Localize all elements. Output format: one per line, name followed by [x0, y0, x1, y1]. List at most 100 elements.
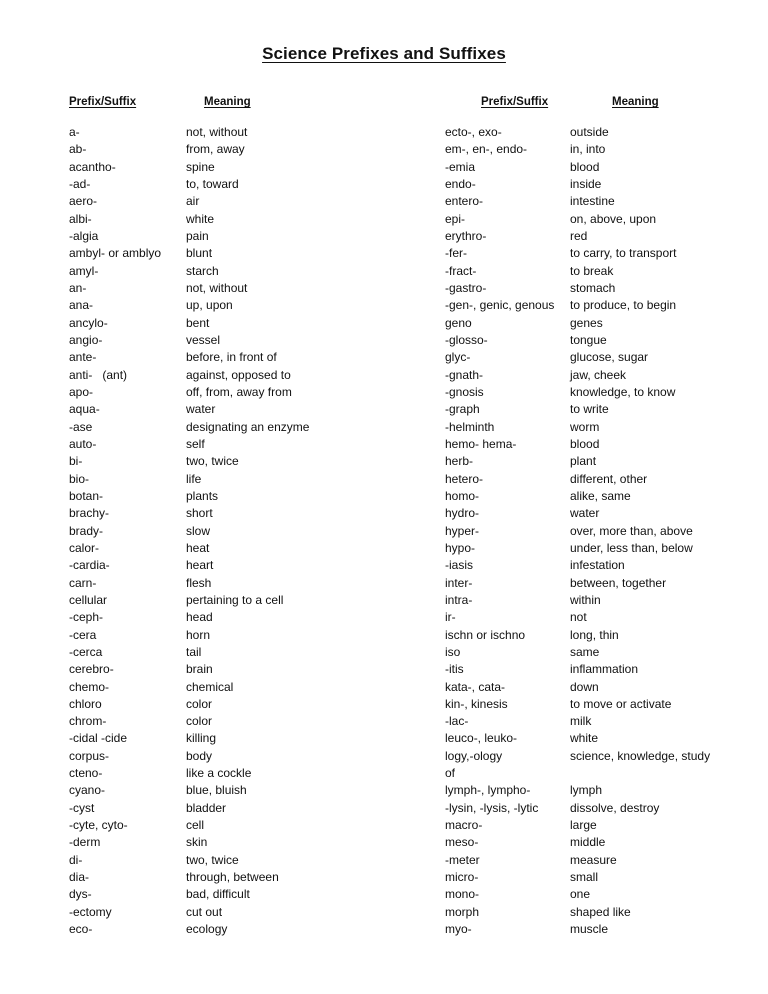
prefix-suffix-term: -lysin, -lysis, -lytic — [445, 800, 539, 815]
prefix-suffix-term: anti- (ant) — [69, 367, 128, 382]
prefix-suffix-term: hyper- — [445, 523, 480, 538]
table-row: ischn or ischno long, thin — [445, 627, 765, 644]
table-row: ecto-, exo-outside — [445, 124, 765, 141]
meaning-text: tongue — [570, 332, 607, 347]
meaning-text: before, in front of — [186, 350, 277, 365]
table-row: cteno-like a cockle — [69, 765, 439, 782]
table-row: intra-within — [445, 592, 765, 609]
table-row: iso same — [445, 644, 765, 661]
meaning-text: different, other — [570, 471, 648, 486]
table-row: -glosso-tongue — [445, 332, 765, 349]
prefix-suffix-term: -gen-, genic, genous — [445, 298, 555, 313]
prefix-suffix-term: -gastro- — [445, 280, 487, 295]
prefix-suffix-term: -ectomy — [69, 904, 112, 919]
table-row: -ase designating an enzyme — [69, 419, 439, 436]
meaning-text: genes — [570, 315, 603, 330]
table-row: -cyte, cyto-cell — [69, 817, 439, 834]
prefix-suffix-term: -fer- — [445, 246, 467, 261]
meaning-text: plants — [186, 488, 219, 503]
meaning-text: slow — [186, 523, 211, 538]
prefix-suffix-term: hypo- — [445, 540, 476, 555]
meaning-text: not — [570, 610, 587, 625]
meaning-text: two, twice — [186, 852, 239, 867]
table-row: brady-slow — [69, 523, 439, 540]
table-row: ante-before, in front of — [69, 349, 439, 366]
prefix-suffix-term: -cera — [69, 627, 97, 642]
prefix-suffix-term: a- — [69, 125, 80, 139]
meaning-text: milk — [570, 714, 592, 729]
table-row: erythro-red — [445, 228, 765, 245]
prefix-suffix-term: -ase — [69, 419, 93, 434]
meaning-text: designating an enzyme — [186, 419, 310, 434]
table-row: anti- (ant) against, opposed to — [69, 367, 439, 384]
table-row: kin-, kinesis to move or activate — [445, 696, 765, 713]
meaning-text: skin — [186, 835, 208, 850]
document-page: Science Prefixes and Suffixes Prefix/Suf… — [0, 0, 768, 994]
table-row: hypo-under, less than, below — [445, 540, 765, 557]
prefix-suffix-term: ischn or ischno — [445, 627, 526, 642]
table-row: em-, en-, endo-in, into — [445, 141, 765, 158]
table-row: acantho-spine — [69, 159, 439, 176]
table-row: leuco-, leuko-white — [445, 730, 765, 747]
meaning-text: dissolve, destroy — [570, 800, 660, 815]
meaning-text: in, into — [570, 142, 606, 157]
prefix-suffix-term: ana- — [69, 298, 94, 313]
column-headers: Prefix/Suffix Meaning Prefix/Suffix Mean… — [0, 96, 768, 112]
meaning-text: heat — [186, 540, 210, 555]
prefix-suffix-term: iso — [445, 644, 461, 659]
prefix-suffix-term: -cerca — [69, 644, 103, 659]
meaning-text: tail — [186, 644, 202, 659]
table-row: of — [445, 765, 765, 782]
meaning-text: over, more than, above — [570, 523, 693, 538]
table-row: -lac-milk — [445, 713, 765, 730]
meaning-text: two, twice — [186, 454, 239, 469]
prefix-suffix-term: -lac- — [445, 714, 469, 729]
meaning-text: color — [186, 714, 213, 729]
meaning-text: to write — [570, 402, 609, 417]
table-row: hydro-water — [445, 505, 765, 522]
meaning-text: blunt — [186, 246, 213, 261]
meaning-text: jaw, cheek — [570, 367, 627, 382]
prefix-suffix-term: lymph-, lympho- — [445, 783, 531, 798]
meaning-text: like a cockle — [186, 766, 252, 781]
prefix-suffix-term: -ad- — [69, 176, 91, 191]
table-row: dys-bad, difficult — [69, 886, 439, 903]
prefix-suffix-term: dia- — [69, 870, 90, 885]
table-row: chrom-color — [69, 713, 439, 730]
meaning-text: against, opposed to — [186, 367, 291, 382]
table-row: -cera horn — [69, 627, 439, 644]
prefix-suffix-term: bio- — [69, 471, 90, 486]
table-row: auto-self — [69, 436, 439, 453]
prefix-suffix-term: -cidal -cide — [69, 731, 128, 746]
meaning-text: pertaining to a cell — [186, 592, 284, 607]
meaning-text: body — [186, 748, 213, 763]
table-row: kata-, cata-down — [445, 679, 765, 696]
table-row: geno genes — [445, 315, 765, 332]
table-row: -gastro-stomach — [445, 280, 765, 297]
table-row: -helminth worm — [445, 419, 765, 436]
meaning-text: large — [570, 818, 597, 833]
meaning-text: horn — [186, 627, 211, 642]
prefix-suffix-term: micro- — [445, 870, 479, 885]
meaning-text: bladder — [186, 800, 227, 815]
meaning-text: plant — [570, 454, 597, 469]
prefix-suffix-term: angio- — [69, 332, 103, 347]
prefix-suffix-term: leuco-, leuko- — [445, 731, 518, 746]
table-row: herb-plant — [445, 453, 765, 470]
table-row: carn-flesh — [69, 575, 439, 592]
table-row: -gnath-jaw, cheek — [445, 367, 765, 384]
table-row: -cardia-heart — [69, 557, 439, 574]
prefix-suffix-term: carn- — [69, 575, 97, 590]
table-row: botan-plants — [69, 488, 439, 505]
table-row: morph shaped like — [445, 904, 765, 921]
meaning-text: cell — [186, 818, 205, 833]
table-row: bio-life — [69, 471, 439, 488]
prefix-suffix-term: cerebro- — [69, 662, 114, 677]
table-row: cyano-blue, bluish — [69, 782, 439, 799]
meaning-text: knowledge, to know — [570, 384, 676, 399]
prefix-suffix-term: geno — [445, 315, 472, 330]
prefix-suffix-term: -emia — [445, 159, 476, 174]
table-row: -ceph-head — [69, 609, 439, 626]
table-row: -ad-to, toward — [69, 176, 439, 193]
table-row: albi-white — [69, 211, 439, 228]
